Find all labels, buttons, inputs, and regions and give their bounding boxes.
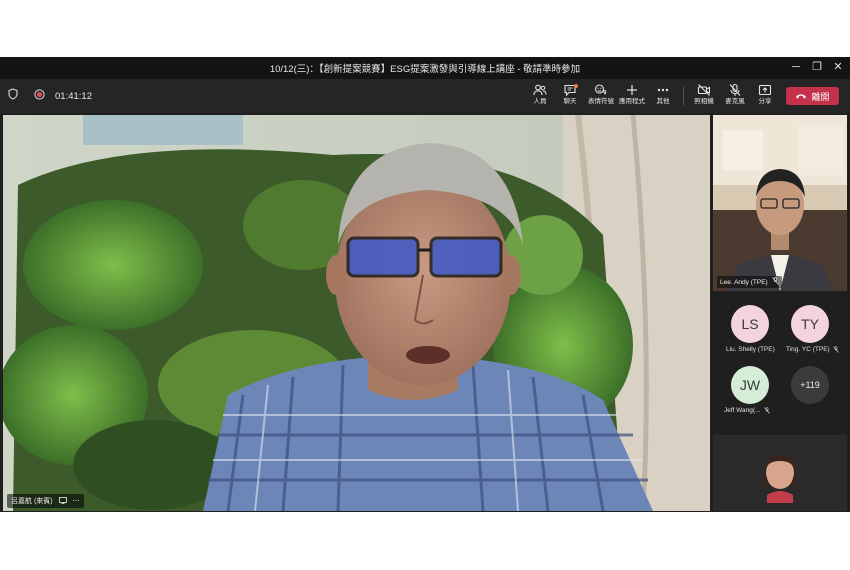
- speaker-name: 呂嘉航 (來賓): [11, 498, 53, 505]
- speaker-options-icon[interactable]: ⋯: [73, 497, 80, 505]
- chat-unread-badge: [574, 84, 578, 88]
- participants-panel: Lee. Andy (TPE) LS Liu. Shelly (TPE) TY …: [713, 115, 847, 511]
- share-button[interactable]: 分享: [750, 82, 780, 110]
- reactions-icon: [594, 84, 607, 95]
- people-button[interactable]: 人員: [525, 82, 555, 110]
- participant-name-jw-text: Jeff Wang(...: [724, 407, 761, 414]
- camera-off-icon: [697, 84, 711, 96]
- leave-label: 離開: [811, 91, 830, 102]
- more-dots-icon: [657, 88, 669, 92]
- avatar-jw[interactable]: JW: [731, 366, 769, 404]
- leave-button[interactable]: 離開: [786, 87, 839, 105]
- participant-name-jw: Jeff Wang(...: [724, 407, 770, 414]
- meeting-timer: 01:41:12: [55, 90, 92, 102]
- share-icon: [758, 84, 772, 96]
- title-bar: 10/12(三)：【創新提案競賽】ESG提案激發與引導線上講座 - 敬請準時參加…: [0, 57, 850, 79]
- meeting-toolbar: 01:41:12 人員 聊天 表情符號 應用程式 其他 照相機 麥克風 分享 離…: [0, 79, 850, 113]
- toolbar-divider: [683, 87, 684, 105]
- camera-label: 照相機: [694, 98, 714, 105]
- teams-meeting-window: 10/12(三)：【創新提案競賽】ESG提案激發與引導線上講座 - 敬請準時參加…: [0, 57, 850, 512]
- apps-button[interactable]: 應用程式: [617, 82, 647, 110]
- mic-muted-icon: [832, 346, 839, 353]
- mic-muted-icon: [763, 407, 770, 414]
- chat-button[interactable]: 聊天: [555, 82, 585, 110]
- self-view-avatar: [713, 435, 847, 511]
- close-window-button[interactable]: ✕: [830, 60, 846, 74]
- hang-up-icon: [796, 94, 807, 99]
- restore-button[interactable]: ❐: [809, 60, 825, 74]
- people-icon: [533, 84, 547, 96]
- recording-icon: [34, 87, 45, 105]
- people-label: 人員: [533, 98, 547, 105]
- more-participants-button[interactable]: +119: [791, 366, 829, 404]
- share-label: 分享: [758, 98, 772, 105]
- main-speaker-video: 呂嘉航 (來賓) ⋯: [3, 115, 710, 511]
- more-label: 其他: [656, 98, 670, 105]
- mic-off-icon: [729, 83, 741, 96]
- minimize-button[interactable]: ─: [788, 60, 804, 74]
- mic-muted-icon: [771, 277, 779, 287]
- camera-button[interactable]: 照相機: [689, 82, 719, 110]
- self-view-tile: [713, 435, 847, 511]
- reactions-button[interactable]: 表情符號: [586, 82, 616, 110]
- participant-name-ty-text: Ting. YC (TPE): [786, 346, 830, 353]
- featured-participant-tag: Lee. Andy (TPE): [717, 276, 782, 288]
- reactions-label: 表情符號: [588, 98, 614, 105]
- avatar-ls[interactable]: LS: [731, 305, 769, 343]
- participant-name-ls-text: Liu. Shelly (TPE): [726, 346, 775, 353]
- chat-label: 聊天: [563, 98, 577, 105]
- participant-name-ty: Ting. YC (TPE): [786, 346, 839, 353]
- microphone-label: 麥克風: [725, 98, 745, 105]
- screen-share-icon: [58, 496, 67, 506]
- microphone-button[interactable]: 麥克風: [720, 82, 750, 110]
- participant-name-ls: Liu. Shelly (TPE): [726, 346, 775, 353]
- apps-plus-icon: [627, 85, 637, 95]
- apps-label: 應用程式: [619, 98, 645, 105]
- speaker-video-frame: [3, 115, 710, 511]
- shield-icon: [8, 87, 18, 105]
- featured-participant-name: Lee. Andy (TPE): [720, 278, 768, 286]
- more-button[interactable]: 其他: [648, 82, 678, 110]
- featured-participant-video: Lee. Andy (TPE): [713, 115, 847, 291]
- meeting-title: 10/12(三)：【創新提案競賽】ESG提案激發與引導線上講座 - 敬請準時參加: [269, 64, 581, 75]
- speaker-name-tag: 呂嘉航 (來賓) ⋯: [7, 494, 84, 508]
- featured-participant-frame: [713, 115, 847, 291]
- avatar-ty[interactable]: TY: [791, 305, 829, 343]
